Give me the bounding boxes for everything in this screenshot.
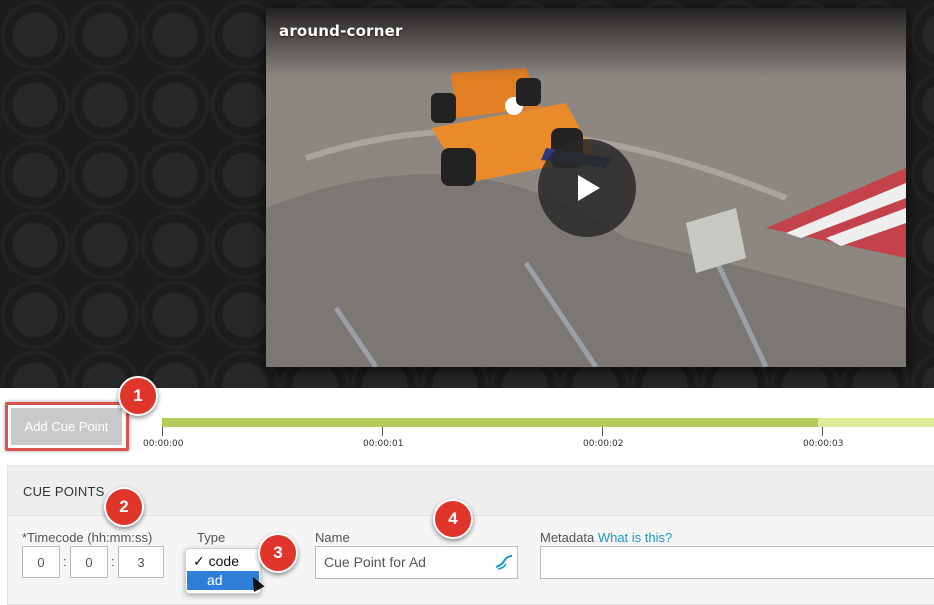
add-cue-point-button[interactable]: Add Cue Point: [11, 408, 122, 445]
timeline-tick-label: 00:00:03: [803, 439, 844, 449]
callout-badge: 2: [104, 487, 144, 527]
play-icon: [578, 175, 600, 201]
timecode-label: *Timecode (hh:mm:ss): [22, 530, 153, 545]
video-title: around-corner: [279, 22, 403, 40]
callout-badge: 3: [258, 533, 298, 573]
timeline-bar[interactable]: [162, 418, 934, 427]
video-player[interactable]: around-corner: [266, 8, 906, 367]
play-button[interactable]: [538, 139, 636, 237]
cue-points-header: CUE POINTS: [8, 466, 934, 516]
type-option-label: code: [208, 553, 239, 569]
metadata-input[interactable]: [540, 546, 934, 579]
name-label: Name: [315, 530, 350, 545]
timecode-minutes-input[interactable]: 0: [70, 546, 108, 578]
timecode-hours-input[interactable]: 0: [22, 546, 60, 578]
timeline-tick: [602, 427, 603, 436]
type-option-code[interactable]: ✓ code: [187, 552, 259, 571]
type-label: Type: [197, 530, 226, 545]
timeline-tick: [382, 427, 383, 436]
timeline-tick-label: 00:00:00: [143, 439, 184, 449]
metadata-label: Metadata: [540, 530, 595, 545]
timeline-progress: [162, 418, 819, 427]
timeline-tick: [162, 427, 163, 436]
callout-badge: 1: [118, 376, 158, 416]
timecode-seconds-input[interactable]: 3: [118, 546, 164, 578]
timecode-separator: :: [111, 554, 115, 569]
timeline-tick-label: 00:00:02: [583, 439, 624, 449]
timeline-tick: [822, 427, 823, 436]
type-dropdown-menu[interactable]: ✓ code ad: [185, 548, 261, 594]
player-background: around-corner: [0, 0, 934, 388]
what-is-this-link[interactable]: What is this?: [598, 530, 672, 545]
check-icon: ✓: [193, 553, 205, 569]
autofill-icon: [495, 555, 513, 570]
metadata-label-group: Metadata What is this?: [540, 530, 672, 545]
timeline-tick-label: 00:00:01: [363, 439, 404, 449]
title-overlay: [266, 8, 906, 78]
callout-badge: 4: [433, 499, 473, 539]
cue-points-title: CUE POINTS: [23, 484, 105, 499]
timecode-separator: :: [63, 554, 67, 569]
name-input[interactable]: Cue Point for Ad: [315, 546, 518, 579]
